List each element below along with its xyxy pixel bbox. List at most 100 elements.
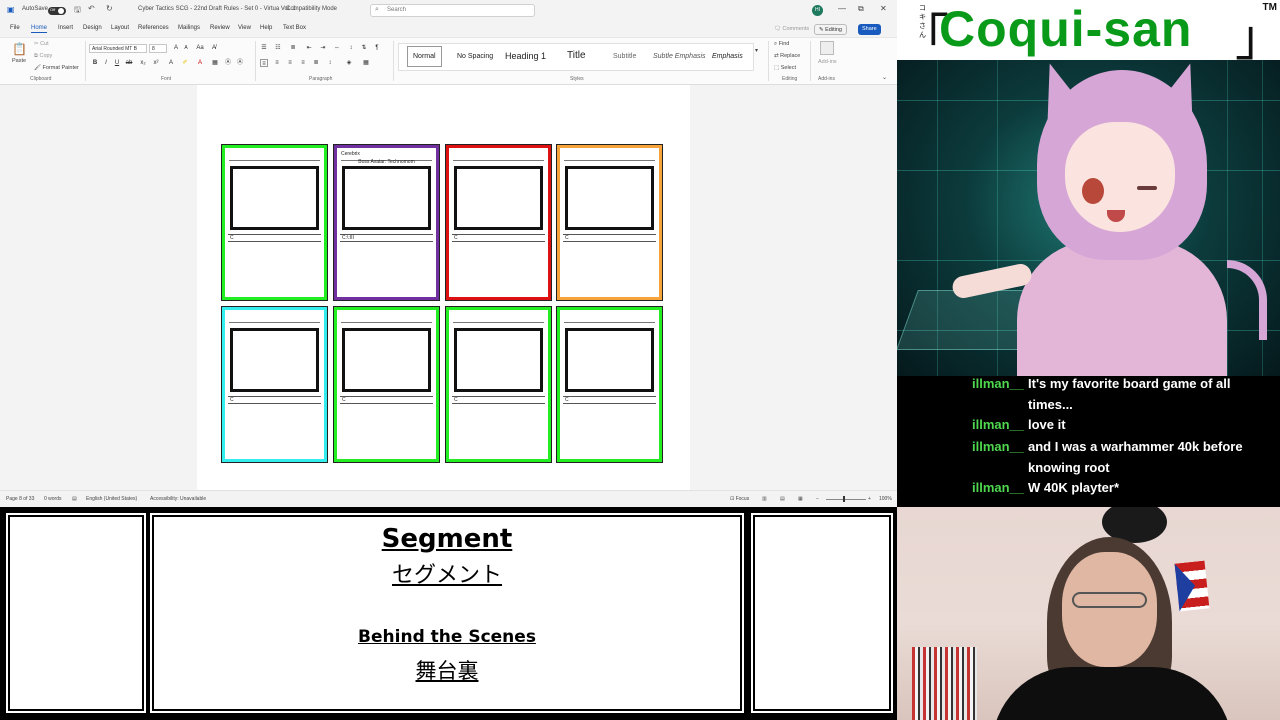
tab-insert[interactable]: Insert xyxy=(58,25,73,31)
read-mode-icon[interactable]: ▥ xyxy=(762,496,767,502)
card-template[interactable]: C xyxy=(445,144,552,301)
underline-icon[interactable]: U xyxy=(113,59,121,67)
card-cost-line[interactable]: C xyxy=(452,234,545,242)
comments-button[interactable]: 🗨 Comments xyxy=(770,24,813,35)
grow-font-icon[interactable]: A xyxy=(172,44,180,52)
restore-button[interactable]: ⧉ xyxy=(858,4,864,14)
style-emphasis[interactable]: Emphasis xyxy=(712,53,743,60)
card-cost-line[interactable]: C xyxy=(452,396,545,404)
style-subtitle[interactable]: Subtitle xyxy=(613,53,636,60)
document-canvas[interactable]: C Cerebrix Boss Avatar: Technomom C:\:III C C… xyxy=(0,85,897,490)
card-cost-line[interactable]: C xyxy=(340,396,433,404)
card-name[interactable] xyxy=(229,313,320,323)
subscript-icon[interactable]: x₂ xyxy=(139,59,147,67)
bullets-icon[interactable]: ☰ xyxy=(260,44,268,52)
card-template[interactable]: C xyxy=(221,144,328,301)
shrink-font-icon[interactable]: A xyxy=(182,44,190,52)
zoom-level[interactable]: 100% xyxy=(879,496,892,502)
card-cost-line[interactable]: C xyxy=(228,234,321,242)
card-name[interactable] xyxy=(229,151,320,161)
find-button[interactable]: ⌕ Find xyxy=(774,41,789,48)
change-case-icon[interactable]: Aa xyxy=(196,44,204,52)
minimize-button[interactable]: — xyxy=(838,4,846,13)
tab-layout[interactable]: Layout xyxy=(111,25,129,31)
word-count[interactable]: 0 words xyxy=(44,496,62,502)
page-count[interactable]: Page 8 of 33 xyxy=(6,496,34,502)
card-template[interactable]: C xyxy=(556,306,663,463)
select-button[interactable]: ⬚ Select xyxy=(774,65,796,71)
card-art-frame[interactable] xyxy=(342,166,431,230)
text-effects-icon[interactable]: A xyxy=(167,59,175,67)
align-right-icon[interactable]: ≡ xyxy=(286,59,294,67)
copy-button[interactable]: ⧉ Copy xyxy=(34,53,52,60)
tab-home[interactable]: Home xyxy=(31,25,48,33)
style-title[interactable]: Title xyxy=(567,50,586,61)
card-cost-line[interactable]: C xyxy=(563,234,656,242)
card-cost-line[interactable]: C xyxy=(228,396,321,404)
distributed-icon[interactable]: ≣ xyxy=(312,59,320,67)
italic-icon[interactable]: I xyxy=(102,59,110,67)
format-painter-button[interactable]: 🖌 Format Painter xyxy=(34,65,79,71)
undo-icon[interactable]: ↶ xyxy=(88,4,95,13)
card-art-frame[interactable] xyxy=(230,166,319,230)
zoom-slider-thumb[interactable] xyxy=(843,496,845,502)
close-button[interactable]: ✕ xyxy=(880,4,887,13)
multilevel-list-icon[interactable]: ≣ xyxy=(289,44,297,52)
justify-icon[interactable]: ≡ xyxy=(299,59,307,67)
card-art-frame[interactable] xyxy=(565,166,654,230)
redo-icon[interactable]: ↻ xyxy=(106,4,113,13)
sort-az-icon[interactable]: ⇅ xyxy=(360,44,368,52)
save-icon[interactable]: 🖫 xyxy=(74,4,81,18)
replace-button[interactable]: ⇄ Replace xyxy=(774,53,800,59)
card-name[interactable] xyxy=(564,313,655,323)
card-type[interactable]: Boss Avatar: Technomom xyxy=(341,159,432,165)
pilcrow-icon[interactable]: ¶ xyxy=(373,44,381,52)
superscript-icon[interactable]: x² xyxy=(152,59,160,67)
borders-icon[interactable]: ▦ xyxy=(362,59,370,67)
line-spacing-icon[interactable]: ↕ xyxy=(326,59,334,67)
numbering-icon[interactable]: ☷ xyxy=(274,44,282,52)
card-template[interactable]: C xyxy=(333,306,440,463)
card-cost-line[interactable]: C xyxy=(563,396,656,404)
card-art-frame[interactable] xyxy=(454,166,543,230)
tab-references[interactable]: References xyxy=(138,25,169,31)
paste-icon[interactable]: 📋 xyxy=(12,42,27,56)
align-center-icon[interactable]: ≡ xyxy=(273,59,281,67)
compat-mode[interactable]: Compatibility Mode xyxy=(286,6,337,12)
tab-design[interactable]: Design xyxy=(83,25,102,31)
addins-icon[interactable] xyxy=(820,41,834,55)
strikethrough-icon[interactable]: ab xyxy=(125,59,133,67)
card-name[interactable] xyxy=(453,151,544,161)
enclose-char-icon[interactable]: Ⓐ xyxy=(236,59,244,67)
collapse-ribbon-icon[interactable]: ⌄ xyxy=(882,74,887,81)
addins-button[interactable]: Add-ins xyxy=(818,59,837,65)
zoom-out-icon[interactable]: − xyxy=(816,496,819,502)
card-cost-line[interactable]: C:\:III xyxy=(340,234,433,242)
card-art-frame[interactable] xyxy=(230,328,319,392)
paste-button[interactable]: Paste xyxy=(12,58,26,64)
style-normal[interactable]: Normal xyxy=(407,46,442,67)
style-subtle-emphasis[interactable]: Subtle Emphasis xyxy=(653,53,706,60)
current-page[interactable]: C Cerebrix Boss Avatar: Technomom C:\:III C C… xyxy=(197,114,690,490)
align-left-icon[interactable]: ≡ xyxy=(260,59,268,67)
focus-button[interactable]: ⊡ Focus xyxy=(730,496,749,502)
proofing-icon[interactable]: ▤ xyxy=(72,496,77,502)
tab-text-box[interactable]: Text Box xyxy=(283,25,306,31)
editing-mode-button[interactable]: ✎ Editing xyxy=(814,24,847,35)
highlight-icon[interactable]: ✐ xyxy=(181,59,189,67)
asian-layout-icon[interactable]: ⇔ xyxy=(333,44,341,52)
search-box[interactable]: ⌕ Search xyxy=(370,4,535,17)
font-name-box[interactable]: Arial Rounded MT B xyxy=(89,44,147,53)
card-name[interactable] xyxy=(341,313,432,323)
tab-file[interactable]: File xyxy=(10,25,20,31)
increase-indent-icon[interactable]: ⇥ xyxy=(319,44,327,52)
style-heading-1[interactable]: Heading 1 xyxy=(505,51,546,61)
language[interactable]: English (United States) xyxy=(86,496,137,502)
styles-more-icon[interactable]: ▾ xyxy=(755,47,758,54)
tab-mailings[interactable]: Mailings xyxy=(178,25,200,31)
font-size-box[interactable]: 8 xyxy=(149,44,167,53)
user-avatar[interactable]: HI xyxy=(812,5,823,16)
zoom-in-icon[interactable]: + xyxy=(868,496,871,502)
shading-icon[interactable]: ◈ xyxy=(345,59,353,67)
text-shading-icon[interactable]: ▦ xyxy=(211,59,219,67)
